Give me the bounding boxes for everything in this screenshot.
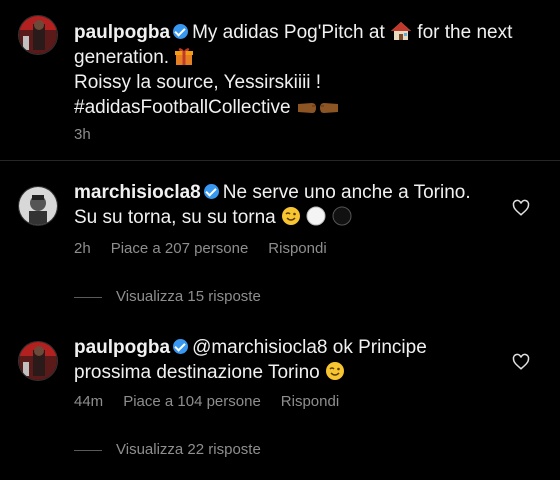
comment-1-likes[interactable]: Piace a 207 persone [111,240,249,257]
winking-face-emoji-icon [325,361,345,388]
comment-1-like-heart-icon[interactable] [512,199,530,217]
caption-line-2: generation. [74,45,194,73]
comment-2-meta: 44m Piace a 104 persone Rispondi [74,393,359,410]
gift-emoji-icon [174,46,194,73]
caption-text-1a: My adidas Pog'Pitch at [192,22,385,43]
comment-2-username[interactable]: paulpogba [74,337,170,358]
avatar-paulpogba[interactable] [18,341,58,381]
replies-divider-line [74,297,102,298]
comment-2-line-2: prossima destinazione Torino [74,360,345,388]
verified-badge-icon [173,24,189,39]
comment-2-reply-button[interactable]: Rispondi [281,393,339,410]
comment-1-timestamp: 2h [74,240,91,257]
avatar-paulpogba[interactable] [18,15,58,55]
comment-2-text-1: @marchisiocla8 ok Principe [192,337,427,358]
comment-1-text-1: Ne serve uno anche a Torino. [222,182,471,203]
comment-1-line-1: marchisiocla8 Ne serve uno anche a Torino… [74,180,471,205]
caption-username[interactable]: paulpogba [74,22,170,43]
comment-1-meta: 2h Piace a 207 persone Rispondi [74,240,347,257]
verified-badge-icon [173,339,189,354]
comment-1-view-replies[interactable]: Visualizza 15 risposte [116,288,261,305]
comment-2-view-replies[interactable]: Visualizza 22 risposte [116,441,261,458]
comment-1-reply-button[interactable]: Rispondi [268,240,326,257]
verified-badge-icon [203,184,219,199]
avatar-marchisiocla8[interactable] [18,186,58,226]
caption-text-2: generation. [74,47,170,68]
caption-hashtag[interactable]: #adidasFootballCollective [74,97,291,118]
replies-divider-line [74,450,102,451]
comment-1-text-2: Su su torna, su su torna [74,207,276,228]
house-emoji-icon [390,21,412,48]
comment-2-timestamp: 44m [74,393,104,410]
black-circle-emoji-icon [332,206,352,233]
caption-text-3: Roissy la source, Yessirskiiii ! [74,72,322,93]
caption-text-1b: for the next [417,22,513,43]
winking-face-emoji-icon [281,206,301,233]
comment-2-like-heart-icon[interactable] [512,353,530,371]
comment-1-line-2: Su su torna, su su torna [74,205,352,233]
fist-bump-emoji-icon [296,98,340,123]
caption-timestamp: 3h [74,126,91,143]
caption-divider [0,160,560,161]
caption-line-1: paulpogba My adidas Pog'Pitch at for the … [74,20,512,48]
comment-2-text-2: prossima destinazione Torino [74,362,320,383]
white-circle-emoji-icon [306,206,326,233]
caption-line-4: #adidasFootballCollective [74,95,340,123]
comment-2-likes[interactable]: Piace a 104 persone [123,393,261,410]
comment-2-line-1: paulpogba @marchisiocla8 ok Principe [74,335,427,360]
comment-1-username[interactable]: marchisiocla8 [74,182,201,203]
caption-line-3: Roissy la source, Yessirskiiii ! [74,70,321,95]
